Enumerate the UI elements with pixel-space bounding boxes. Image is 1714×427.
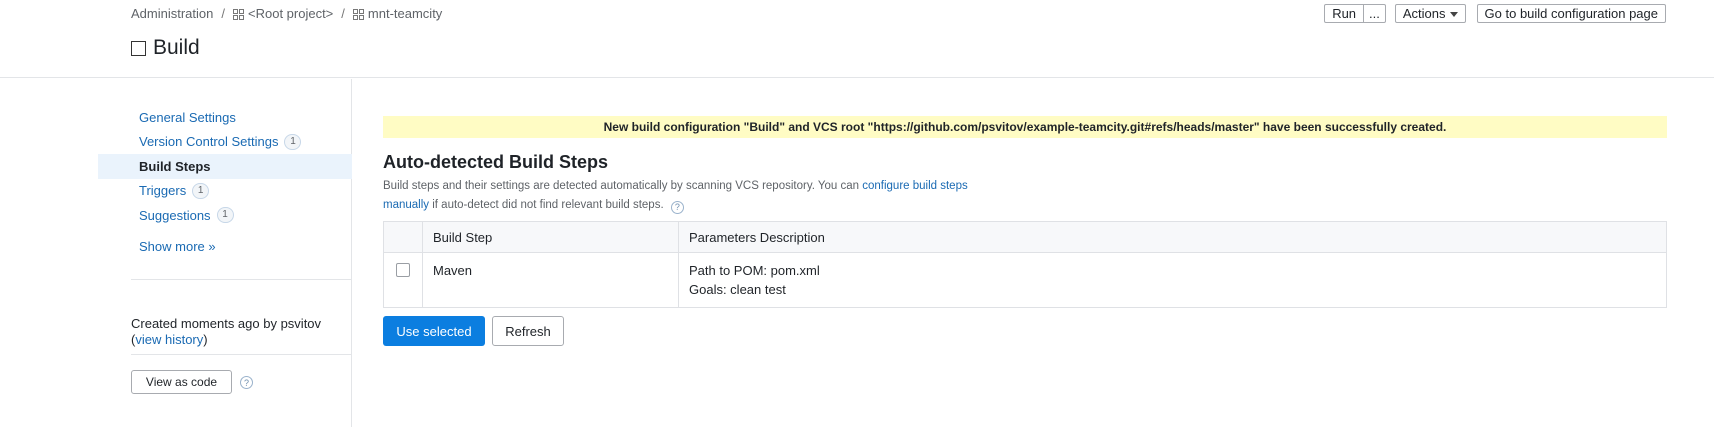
sidebar-item-triggers[interactable]: Triggers 1 <box>98 179 352 204</box>
table-header-row: Build Step Parameters Description <box>383 221 1667 253</box>
table-cell-params: Path to POM: pom.xml Goals: clean test <box>678 252 1667 308</box>
table-cell-step: Maven <box>422 252 679 308</box>
grid-icon <box>233 9 244 20</box>
use-selected-button[interactable]: Use selected <box>383 316 485 346</box>
breadcrumb-separator: / <box>221 6 225 21</box>
page-title: Build <box>153 36 200 59</box>
breadcrumb: Administration / <Root project> / mnt-te… <box>131 6 442 21</box>
run-button[interactable]: Run <box>1324 4 1365 23</box>
page-header: Administration / <Root project> / mnt-te… <box>0 0 1714 78</box>
paren-close: ) <box>203 332 208 347</box>
created-info: Created moments ago by psvitov (view his… <box>131 316 351 348</box>
run-button-group: Run ... <box>1324 4 1386 23</box>
run-custom-button[interactable]: ... <box>1364 4 1386 23</box>
count-badge: 1 <box>284 133 302 150</box>
divider <box>131 279 352 280</box>
help-icon[interactable]: ? <box>670 201 684 214</box>
section-description: Build steps and their settings are detec… <box>383 177 1003 215</box>
view-history-link[interactable]: view history <box>135 332 203 347</box>
table-row: Maven Path to POM: pom.xml Goals: clean … <box>383 252 1667 308</box>
divider <box>131 354 352 355</box>
help-icon[interactable]: ? <box>240 376 253 389</box>
table-header-parameters: Parameters Description <box>678 221 1667 253</box>
created-text: Created moments ago by psvitov <box>131 316 322 331</box>
refresh-button[interactable]: Refresh <box>492 316 564 346</box>
sidebar: General Settings Version Control Setting… <box>0 79 352 427</box>
header-toolbar: Run ... Actions Go to build configuratio… <box>1324 4 1666 23</box>
desc-text: Build steps and their settings are detec… <box>383 180 863 192</box>
sidebar-item-label: Suggestions <box>139 207 211 223</box>
configure-manually-link[interactable]: manually <box>383 199 429 211</box>
breadcrumb-mnt-teamcity[interactable]: mnt-teamcity <box>368 6 442 21</box>
section-title: Auto-detected Build Steps <box>383 152 609 172</box>
table-cell-select <box>383 252 423 308</box>
count-badge: 1 <box>216 207 234 224</box>
success-banner: New build configuration "Build" and VCS … <box>383 116 1667 138</box>
show-more-link[interactable]: Show more » <box>139 239 216 254</box>
table-header-build-step: Build Step <box>422 221 679 253</box>
table-header-select <box>383 221 423 253</box>
checkbox-icon[interactable] <box>396 263 410 277</box>
sidebar-item-version-control-settings[interactable]: Version Control Settings 1 <box>98 130 352 155</box>
grid-icon <box>352 9 364 20</box>
sidebar-item-label: Build Steps <box>139 158 211 174</box>
build-steps-table: Build Step Parameters Description Maven … <box>383 221 1667 308</box>
param-line: Path to POM: pom.xml <box>689 263 820 278</box>
actions-label: Actions <box>1402 6 1446 21</box>
goto-build-config-button[interactable]: Go to build configuration page <box>1476 4 1666 23</box>
configure-build-steps-link[interactable]: configure build steps <box>862 180 967 192</box>
count-badge: 1 <box>192 182 210 199</box>
sidebar-item-label: Triggers <box>139 183 187 199</box>
sidebar-item-label: General Settings <box>139 109 236 125</box>
view-as-code-button[interactable]: View as code <box>131 370 232 394</box>
sidebar-item-build-steps[interactable]: Build Steps <box>98 154 352 179</box>
sidebar-item-suggestions[interactable]: Suggestions 1 <box>98 203 352 228</box>
sidebar-item-label: Version Control Settings <box>139 134 279 150</box>
build-config-icon <box>131 40 146 56</box>
caret-down-icon <box>1449 12 1458 17</box>
title-row: Build <box>131 36 200 60</box>
param-line: Goals: clean test <box>689 282 786 297</box>
desc-text: if auto-detect did not find relevant bui… <box>429 199 664 211</box>
actions-button[interactable]: Actions <box>1394 4 1466 23</box>
settings-nav: General Settings Version Control Setting… <box>98 105 352 228</box>
breadcrumb-root-project[interactable]: <Root project> <box>248 6 333 21</box>
breadcrumb-separator: / <box>341 6 345 21</box>
sidebar-item-general-settings[interactable]: General Settings <box>98 105 352 130</box>
breadcrumb-administration[interactable]: Administration <box>131 6 213 21</box>
